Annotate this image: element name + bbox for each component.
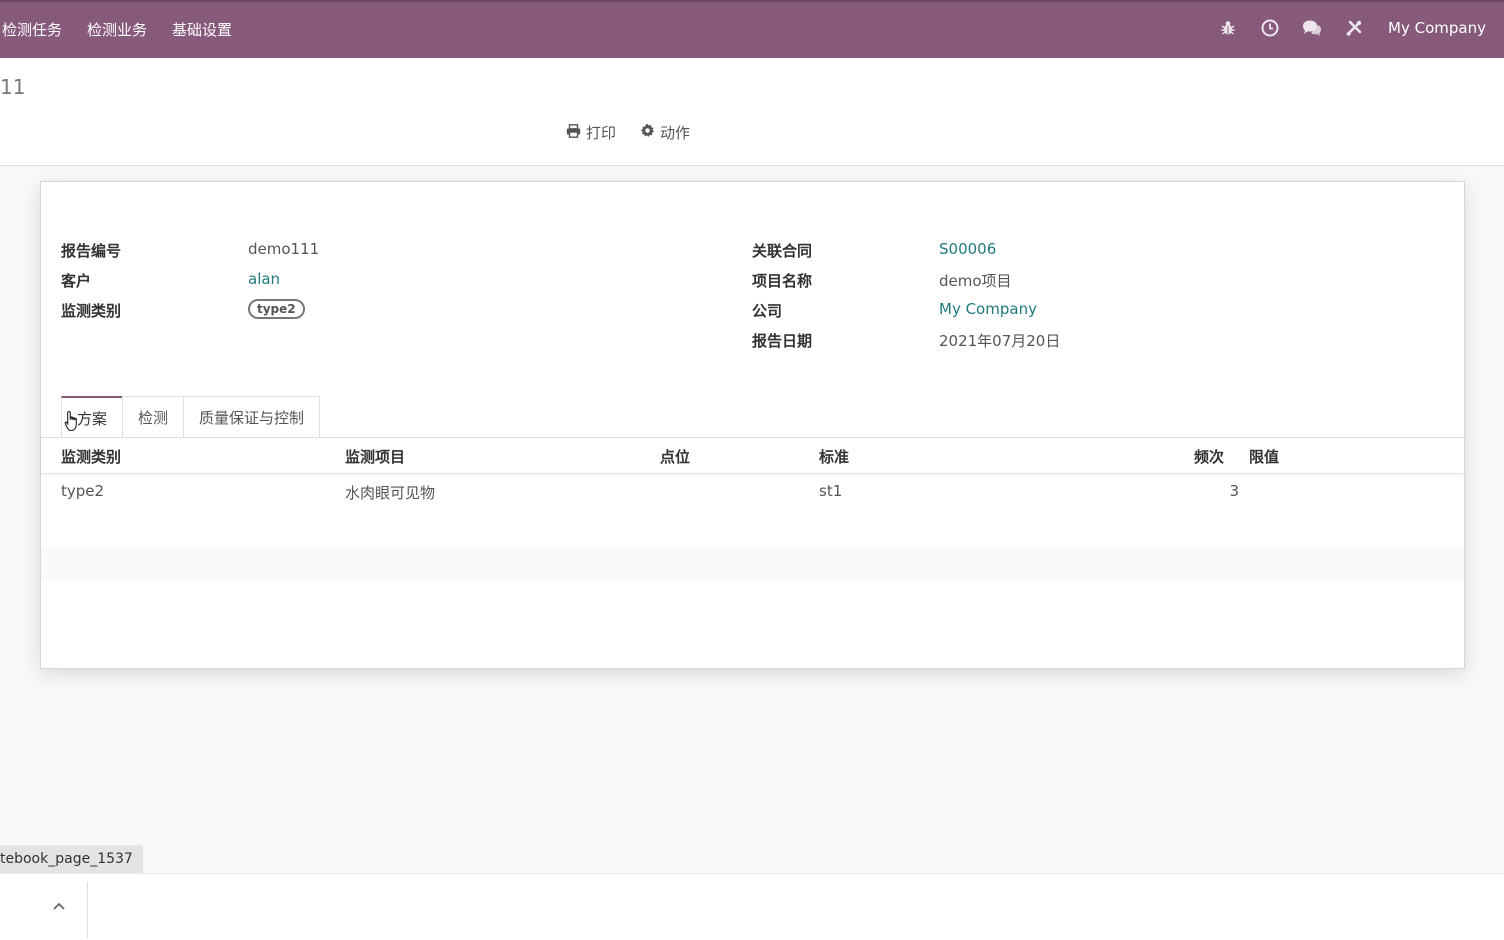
customer-label: 客户: [61, 272, 92, 290]
menu-item-inspection-business[interactable]: 检测业务: [87, 19, 147, 40]
clock-icon[interactable]: [1260, 18, 1280, 38]
print-button[interactable]: 打印: [566, 122, 616, 143]
column-header-point[interactable]: 点位: [660, 446, 690, 467]
cell-monitoring-item: 水肉眼可见物: [345, 484, 436, 502]
report-number-label: 报告编号: [61, 242, 122, 260]
related-contract-label: 关联合同: [752, 242, 813, 260]
report-number-value: demo111: [248, 240, 320, 258]
column-header-monitoring-item[interactable]: 监测项目: [345, 446, 405, 467]
column-header-monitoring-category[interactable]: 监测类别: [61, 446, 121, 467]
control-panel: 11 打印 动作: [0, 58, 1504, 166]
print-icon: [566, 123, 581, 142]
menu-item-basic-settings[interactable]: 基础设置: [172, 19, 232, 40]
tools-icon[interactable]: [1344, 18, 1364, 38]
chevron-up-icon[interactable]: [49, 896, 69, 916]
main-menu: 检测任务 检测业务 基础设置: [2, 19, 232, 40]
panel-divider: [87, 882, 88, 938]
breadcrumb-title: 11: [0, 75, 26, 99]
tab-quality-control[interactable]: 质量保证与控制: [183, 396, 321, 438]
form-sheet: 报告编号 demo111 客户 alan 监测类别 type2 关联合同 S00…: [40, 181, 1465, 669]
empty-row: [41, 510, 1464, 546]
monitoring-category-tag[interactable]: type2: [248, 299, 305, 319]
company-label: 公司: [752, 302, 783, 320]
project-name-label: 项目名称: [752, 272, 813, 290]
cell-frequency: 3: [1229, 482, 1239, 500]
table-row[interactable]: type2 水肉眼可见物 st1 3: [41, 474, 1464, 510]
column-header-frequency[interactable]: 频次: [1194, 446, 1224, 467]
customer-link[interactable]: alan: [248, 270, 280, 288]
action-label: 动作: [660, 124, 691, 142]
report-date-label: 报告日期: [752, 332, 813, 350]
related-contract-link[interactable]: S00006: [939, 240, 996, 258]
action-button[interactable]: 动作: [640, 122, 690, 143]
status-tooltip: tebook_page_1537: [0, 845, 143, 873]
company-switcher[interactable]: My Company: [1388, 19, 1486, 37]
bug-icon[interactable]: [1218, 18, 1238, 38]
monitoring-category-label: 监测类别: [61, 302, 122, 320]
systray: My Company: [1218, 18, 1486, 38]
gear-icon: [640, 123, 655, 142]
company-link[interactable]: My Company: [939, 300, 1037, 318]
project-name-value: demo项目: [939, 272, 1012, 290]
menu-item-inspection-task[interactable]: 检测任务: [2, 19, 62, 40]
bottom-panel: [0, 873, 1504, 940]
cell-monitoring-category: type2: [61, 482, 105, 500]
column-header-limit[interactable]: 限值: [1249, 446, 1279, 467]
column-header-standard[interactable]: 标准: [819, 446, 849, 467]
tab-inspection[interactable]: 检测: [122, 396, 185, 438]
action-bar: 打印 动作: [566, 122, 690, 143]
hand-cursor-icon: [64, 410, 80, 432]
top-navbar: 检测任务 检测业务 基础设置 My Company: [0, 0, 1504, 58]
chat-icon[interactable]: [1302, 18, 1322, 38]
report-date-value: 2021年07月20日: [939, 332, 1061, 350]
table-header: 监测类别 监测项目 点位 标准 频次 限值: [41, 438, 1464, 474]
notebook-tabs: 方案 检测 质量保证与控制: [61, 396, 321, 438]
empty-row: [41, 546, 1464, 582]
cell-standard: st1: [819, 482, 843, 500]
print-label: 打印: [586, 124, 617, 142]
